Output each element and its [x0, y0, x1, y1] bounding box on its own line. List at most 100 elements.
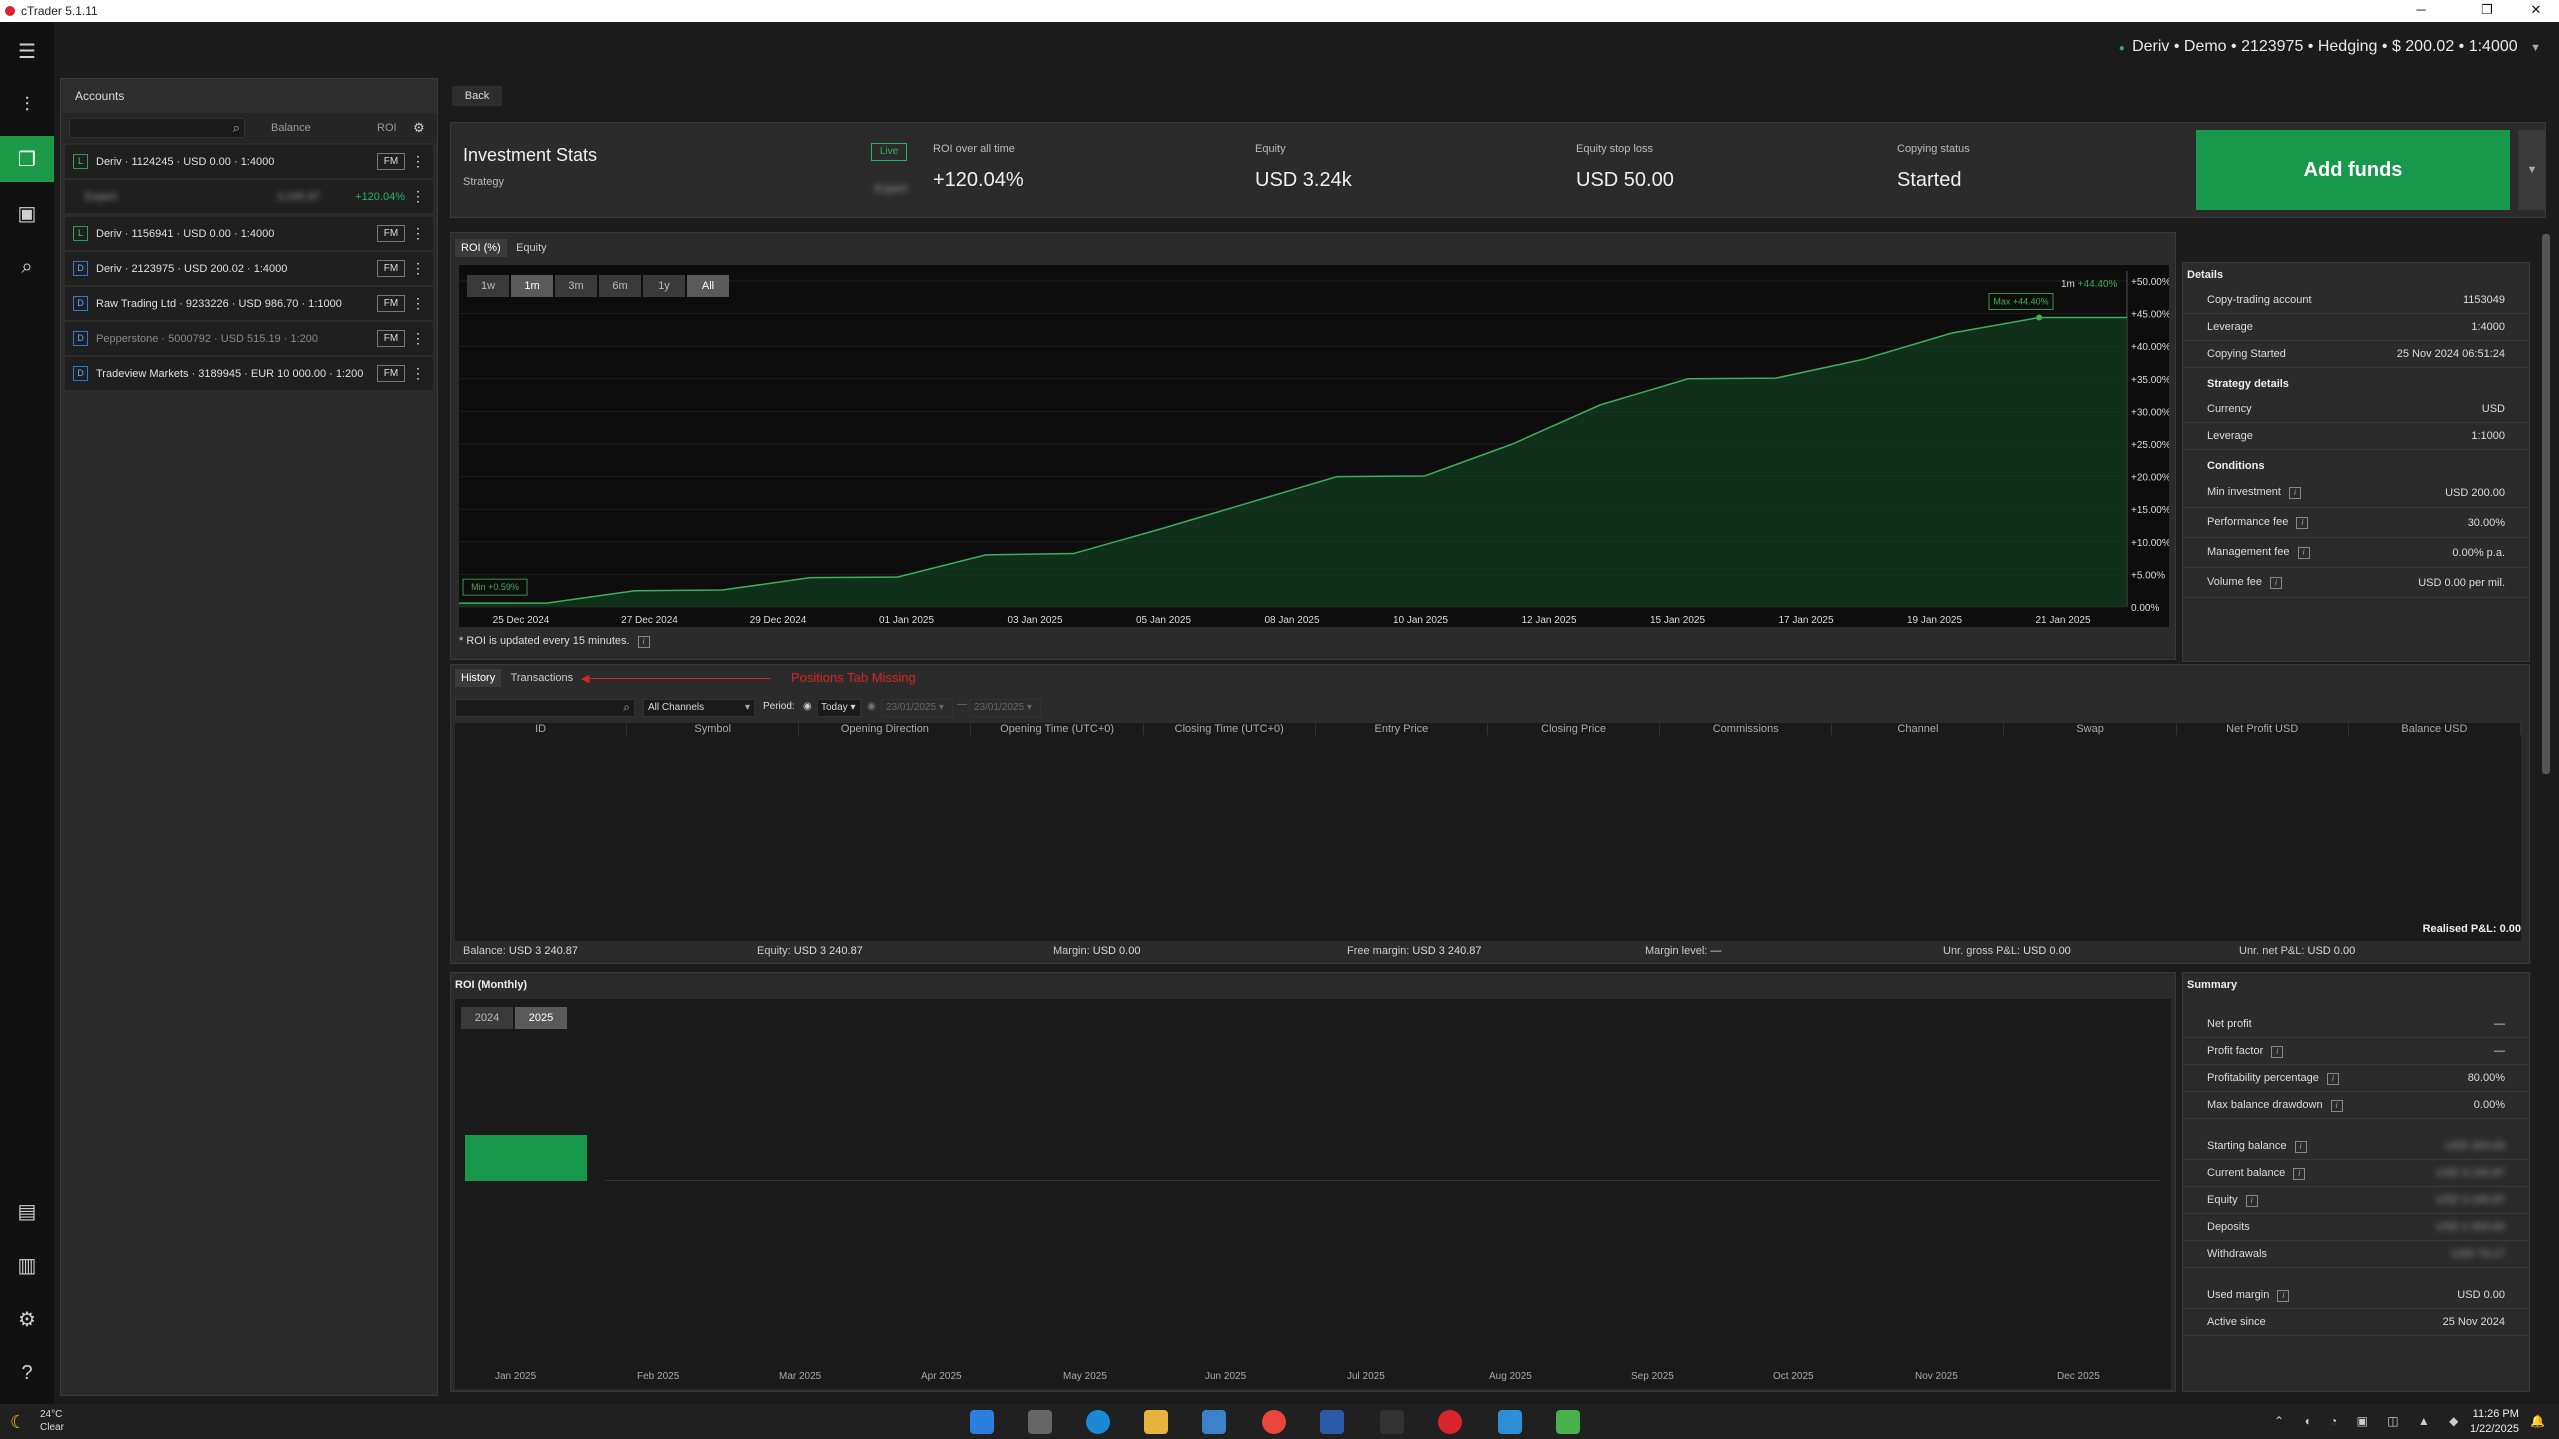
add-funds-dropdown-icon[interactable]: ▼ [2518, 130, 2546, 210]
column-header[interactable]: Symbol [627, 723, 800, 735]
more-options-icon[interactable]: ⋮ [411, 260, 425, 277]
account-item[interactable]: L Deriv · 1156941 · USD 0.00 · 1:4000 FM ⋮ [65, 217, 433, 250]
column-header[interactable]: Opening Direction [799, 723, 972, 735]
algo-icon[interactable]: ▣ [0, 190, 54, 236]
add-funds-button[interactable]: Add funds [2196, 130, 2510, 210]
settings-icon[interactable]: ⚙ [0, 1296, 54, 1342]
range-1m[interactable]: 1m [511, 275, 553, 297]
column-header[interactable]: ID [455, 723, 628, 735]
tab-roi[interactable]: ROI (%) [455, 239, 507, 257]
fm-button[interactable]: FM [377, 260, 405, 277]
column-header[interactable]: Balance USD [2349, 723, 2521, 735]
range-all[interactable]: All [687, 275, 729, 297]
back-button[interactable]: Back [452, 86, 502, 106]
word-icon[interactable] [1320, 1410, 1344, 1434]
info-icon[interactable]: i [2296, 517, 2309, 529]
fm-button[interactable]: FM [377, 365, 405, 382]
info-icon[interactable]: i [2288, 487, 2301, 499]
info-icon[interactable]: i [2330, 1099, 2343, 1112]
year-2025[interactable]: 2025 [515, 1007, 567, 1029]
more-options-icon[interactable]: ⋮ [411, 153, 425, 170]
radio-range-icon[interactable]: ◉ [867, 701, 876, 712]
maximize-button[interactable]: ❐ [2464, 0, 2510, 22]
weather-widget[interactable]: 24°C Clear [40, 1408, 64, 1434]
account-item[interactable]: D Pepperstone · 5000792 · USD 515.19 · 1:… [65, 322, 433, 355]
range-1y[interactable]: 1y [643, 275, 685, 297]
column-header[interactable]: Channel [1832, 723, 2005, 735]
wallet-icon[interactable]: ▥ [0, 1242, 54, 1288]
channel-select[interactable]: All Channels ▾ [643, 699, 755, 717]
date-to-input[interactable]: 23/01/2025 ▾ [969, 699, 1041, 717]
task-view-icon[interactable] [1028, 1410, 1052, 1434]
fm-button[interactable]: FM [377, 153, 405, 170]
period-select[interactable]: Today ▾ [817, 699, 861, 717]
history-search-input[interactable]: ⌕ [455, 699, 635, 717]
date-from-input[interactable]: 23/01/2025 ▾ [881, 699, 953, 717]
app-flame-icon[interactable] [1380, 1410, 1404, 1434]
tab-equity[interactable]: Equity [510, 239, 553, 257]
year-2024[interactable]: 2024 [461, 1007, 513, 1029]
account-item[interactable]: LExpert3,245.87+120.04%⋮ [65, 180, 433, 213]
info-icon[interactable]: i [2293, 1167, 2306, 1180]
minimize-button[interactable]: ─ [2398, 0, 2444, 22]
help-icon[interactable]: ? [0, 1350, 54, 1396]
column-header[interactable]: Entry Price [1316, 723, 1488, 735]
app-green-icon[interactable] [1556, 1410, 1580, 1434]
account-item[interactable]: L Deriv · 1124245 · USD 0.00 · 1:4000 FM ⋮ [65, 145, 433, 178]
fm-button[interactable]: FM [377, 295, 405, 312]
fm-button[interactable]: FM [377, 330, 405, 347]
more-options-icon[interactable]: ⋮ [411, 188, 425, 205]
info-icon[interactable]: i [2270, 577, 2283, 589]
tab-history[interactable]: History [455, 669, 502, 687]
edge-icon[interactable] [1086, 1410, 1110, 1434]
roi-column-header[interactable]: ROI [377, 122, 397, 134]
more-options-icon[interactable]: ⋮ [411, 225, 425, 242]
info-icon[interactable]: i [2294, 1140, 2307, 1153]
hamburger-menu-icon[interactable]: ☰ [0, 28, 54, 74]
balance-column-header[interactable]: Balance [271, 122, 311, 134]
clock[interactable]: 11:26 PM 1/22/2025 [2470, 1407, 2519, 1437]
system-tray-icons[interactable]: ⌃ ◖ ◔ ▣ ◫ ▲ ◆ [2274, 1414, 2466, 1428]
copy-icon[interactable]: ❐ [0, 136, 54, 182]
info-icon[interactable]: i [2245, 1194, 2258, 1207]
column-header[interactable]: Closing Time (UTC+0) [1144, 723, 1316, 735]
trade-icon[interactable]: ⫶ [0, 82, 54, 128]
range-3m[interactable]: 3m [555, 275, 597, 297]
account-item[interactable]: D Deriv · 2123975 · USD 200.02 · 1:4000 FM… [65, 252, 433, 285]
ctrader-taskbar-icon[interactable] [1438, 1410, 1462, 1434]
info-icon[interactable]: i [637, 636, 650, 648]
info-icon[interactable]: i [2271, 1045, 2284, 1058]
chrome-icon[interactable] [1262, 1410, 1286, 1434]
fm-button[interactable]: FM [377, 225, 405, 242]
column-header[interactable]: Opening Time (UTC+0) [972, 723, 1144, 735]
file-explorer-icon[interactable] [1144, 1410, 1168, 1434]
notification-bell-icon[interactable]: 🔔 [2530, 1414, 2545, 1428]
info-icon[interactable]: i [2277, 1289, 2290, 1302]
notepad-icon[interactable] [1498, 1410, 1522, 1434]
range-6m[interactable]: 6m [599, 275, 641, 297]
account-item[interactable]: D Tradeview Markets · 3189945 · EUR 10 00… [65, 357, 433, 390]
more-options-icon[interactable]: ⋮ [411, 295, 425, 312]
radio-today-icon[interactable]: ◉ [803, 701, 812, 712]
column-header[interactable]: Swap [2005, 723, 2177, 735]
more-options-icon[interactable]: ⋮ [411, 330, 425, 347]
column-header[interactable]: Commissions [1660, 723, 1833, 735]
store-icon[interactable]: ▤ [0, 1188, 54, 1234]
more-options-icon[interactable]: ⋮ [411, 365, 425, 382]
column-header[interactable]: Closing Price [1488, 723, 1661, 735]
tab-transactions[interactable]: Transactions [505, 669, 580, 687]
store-app-icon[interactable] [1202, 1410, 1226, 1434]
weather-moon-icon[interactable]: ☾ [10, 1412, 26, 1433]
accounts-search-input[interactable]: ⌕ [69, 118, 245, 138]
info-icon[interactable]: i [2297, 547, 2310, 559]
start-icon[interactable] [970, 1410, 994, 1434]
main-scrollbar[interactable] [2542, 234, 2550, 774]
account-item[interactable]: D Raw Trading Ltd · 9233226 · USD 986.70 … [65, 287, 433, 320]
column-header[interactable]: Net Profit USD [2177, 723, 2349, 735]
range-1w[interactable]: 1w [467, 275, 509, 297]
info-icon[interactable]: i [2326, 1072, 2339, 1085]
analyze-icon[interactable]: ⌕ [0, 244, 54, 290]
gear-icon[interactable]: ⚙ [413, 120, 425, 136]
close-button[interactable]: ✕ [2513, 0, 2559, 22]
account-summary[interactable]: ● Deriv • Demo • 2123975 • Hedging • $ 2… [2119, 38, 2541, 56]
